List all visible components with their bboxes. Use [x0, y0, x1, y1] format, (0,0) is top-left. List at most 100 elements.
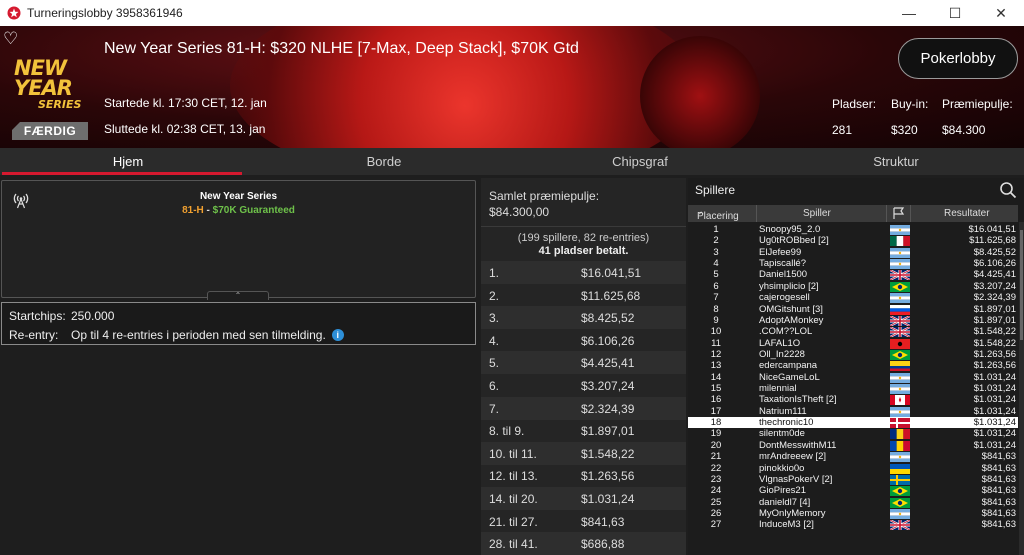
player-row[interactable]: 14 NiceGameLoL $1.031,24 [688, 372, 1018, 383]
prize-row: 5. $4.425,41 [481, 351, 686, 375]
player-row[interactable]: 2 Ug0tROBbed [2] $11.625,68 [688, 235, 1018, 247]
country-flag-icon [890, 508, 910, 519]
event-guarantee: $70K Guaranteed [212, 205, 295, 216]
prize-row: 4. $6.106,26 [481, 329, 686, 352]
player-row[interactable]: 23 VlgnasPokerV [2] $841,63 [688, 474, 1018, 485]
home-info-pane: New Year Series 81-H - $70K Guaranteed ⌃… [0, 178, 478, 555]
prizepool-header: Samlet præmiepulje: $84.300,00 [489, 188, 599, 220]
player-result: $1.031,24 [973, 405, 1016, 417]
player-place: 7 [713, 292, 719, 304]
player-row[interactable]: 17 Natrium111 $1.031,24 [688, 406, 1018, 417]
prize-amount: $1.263,56 [581, 469, 635, 484]
minimize-button[interactable]: — [886, 0, 932, 26]
player-place: 10 [710, 326, 722, 338]
player-row[interactable]: 20 DontMesswithM11 $1.031,24 [688, 440, 1018, 451]
player-result: $1.031,24 [973, 417, 1016, 429]
player-row[interactable]: 22 pinokkio0o $841,63 [688, 463, 1018, 474]
player-row[interactable]: 7 cajerogesell $2.324,39 [688, 292, 1018, 304]
info-icon[interactable]: i [331, 329, 344, 341]
player-result: $1.897,01 [973, 303, 1016, 315]
player-name: TaxationIsTheft [2] [759, 394, 837, 406]
player-row[interactable]: 26 MyOnlyMemory $841,63 [688, 508, 1018, 519]
player-row[interactable]: 15 milennial $1.031,24 [688, 383, 1018, 395]
prize-place: 21. til 27. [489, 514, 538, 529]
player-result: $841,63 [981, 485, 1016, 497]
player-row[interactable]: 5 Daniel1500 $4.425,41 [688, 269, 1018, 282]
player-name: OMGitshunt [3] [759, 303, 823, 315]
prize-amount: $1.548,22 [581, 446, 635, 461]
prize-place: 12. til 13. [489, 469, 538, 484]
poker-lobby-button[interactable]: Pokerlobby [898, 38, 1018, 79]
players-scrollbar[interactable] [1019, 222, 1024, 555]
country-flag-icon [890, 395, 910, 406]
player-name: Natrium111 [759, 405, 807, 417]
country-flag-icon [890, 338, 910, 349]
country-flag-icon [890, 406, 910, 417]
players-table-header: Placering ⌃ Spiller Resultater [688, 205, 1018, 222]
prizepool-summary: (199 spillere, 82 re-entries) 41 pladser… [481, 226, 686, 262]
player-row[interactable]: 6 yhsimplicio [2] $3.207,24 [688, 281, 1018, 292]
player-row[interactable]: 24 GioPires21 $841,63 [688, 485, 1018, 497]
player-row[interactable]: 25 danieldl7 [4] $841,63 [688, 497, 1018, 508]
prize-amount: $686,88 [581, 537, 625, 552]
player-name: danieldl7 [4] [759, 496, 811, 508]
player-row[interactable]: 1 Snoopy95_2.0 $16.041,51 [688, 224, 1018, 235]
player-result: $8.425,52 [973, 246, 1016, 258]
players-scrollbar-thumb[interactable] [1020, 230, 1023, 340]
player-result: $841,63 [981, 519, 1016, 531]
country-flag-icon [889, 519, 911, 532]
player-result: $2.324,39 [973, 292, 1016, 304]
search-icon[interactable] [999, 181, 1017, 199]
country-flag-icon [890, 281, 910, 292]
col-player-header[interactable]: Spiller [803, 208, 831, 219]
country-flag-icon [890, 429, 910, 440]
prize-place: 1. [489, 266, 500, 280]
player-place: 26 [710, 507, 722, 519]
prize-place: 3. [489, 311, 500, 326]
prizepool-label: Præmiepulje: [942, 97, 1013, 111]
player-row[interactable]: 16 TaxationIsTheft [2] $1.031,24 [688, 394, 1018, 406]
player-name: milennial [759, 383, 797, 395]
prize-amount: $8.425,52 [581, 311, 635, 326]
player-result: $1.031,24 [973, 394, 1016, 406]
tab-structure[interactable]: Struktur [768, 148, 1024, 175]
player-row[interactable]: 13 edercampana $1.263,56 [688, 360, 1018, 372]
prize-row: 12. til 13. $1.263,56 [481, 464, 686, 487]
player-row[interactable]: 27 InduceM3 [2] $841,63 [688, 519, 1018, 532]
tournament-header: ♡ NEW YEAR SERIES FÆRDIG New Year Series… [0, 26, 1024, 148]
player-row[interactable]: 9 AdoptAMonkey $1.897,01 [688, 314, 1018, 327]
tab-tables[interactable]: Borde [256, 148, 512, 175]
player-name: AdoptAMonkey [759, 314, 824, 326]
close-button[interactable]: ✕ [978, 0, 1024, 26]
col-results-header[interactable]: Resultater [944, 208, 990, 219]
prize-row: 7. $2.324,39 [481, 396, 686, 420]
players-table: 1 Snoopy95_2.0 $16.041,51 2 Ug0tROBbed [2] $1… [688, 224, 1018, 532]
player-row[interactable]: 18 thechronic10 $1.031,24 [688, 417, 1018, 429]
player-row[interactable]: 12 Oll_In2228 $1.263,56 [688, 349, 1018, 360]
prize-amount: $2.324,39 [581, 401, 635, 416]
prize-amount: $4.425,41 [581, 356, 635, 371]
player-row[interactable]: 10 .COM??LOL $1.548,22 [688, 326, 1018, 339]
player-result: $1.897,01 [973, 314, 1016, 326]
flag-column-icon[interactable] [892, 207, 906, 220]
player-name: silentm0de [759, 428, 805, 440]
header-background-art-2 [640, 36, 760, 148]
player-row[interactable]: 19 silentm0de $1.031,24 [688, 428, 1018, 440]
prize-amount: $6.106,26 [581, 333, 635, 348]
player-place: 22 [710, 462, 722, 474]
player-result: $1.263,56 [973, 360, 1016, 372]
player-row[interactable]: 11 LAFAL1O $1.548,22 [688, 338, 1018, 349]
player-row[interactable]: 3 ElJefee99 $8.425,52 [688, 247, 1018, 258]
tab-home[interactable]: Hjem [0, 148, 256, 175]
player-row[interactable]: 21 mrAndreeew [2] $841,63 [688, 451, 1018, 463]
country-flag-icon [890, 474, 910, 485]
player-row[interactable]: 8 OMGitshunt [3] $1.897,01 [688, 304, 1018, 315]
player-result: $1.031,24 [973, 439, 1016, 451]
buyin-value: $320 [891, 123, 918, 137]
favorite-heart-icon[interactable]: ♡ [3, 30, 21, 48]
tab-chipgraph[interactable]: Chipsgraf [512, 148, 768, 175]
player-row[interactable]: 4 Tapiscallé? $6.106,26 [688, 258, 1018, 270]
collapse-toggle-chevron-up-icon[interactable]: ⌃ [207, 291, 269, 300]
maximize-button[interactable]: ☐ [932, 0, 978, 26]
player-name: edercampana [759, 360, 818, 372]
